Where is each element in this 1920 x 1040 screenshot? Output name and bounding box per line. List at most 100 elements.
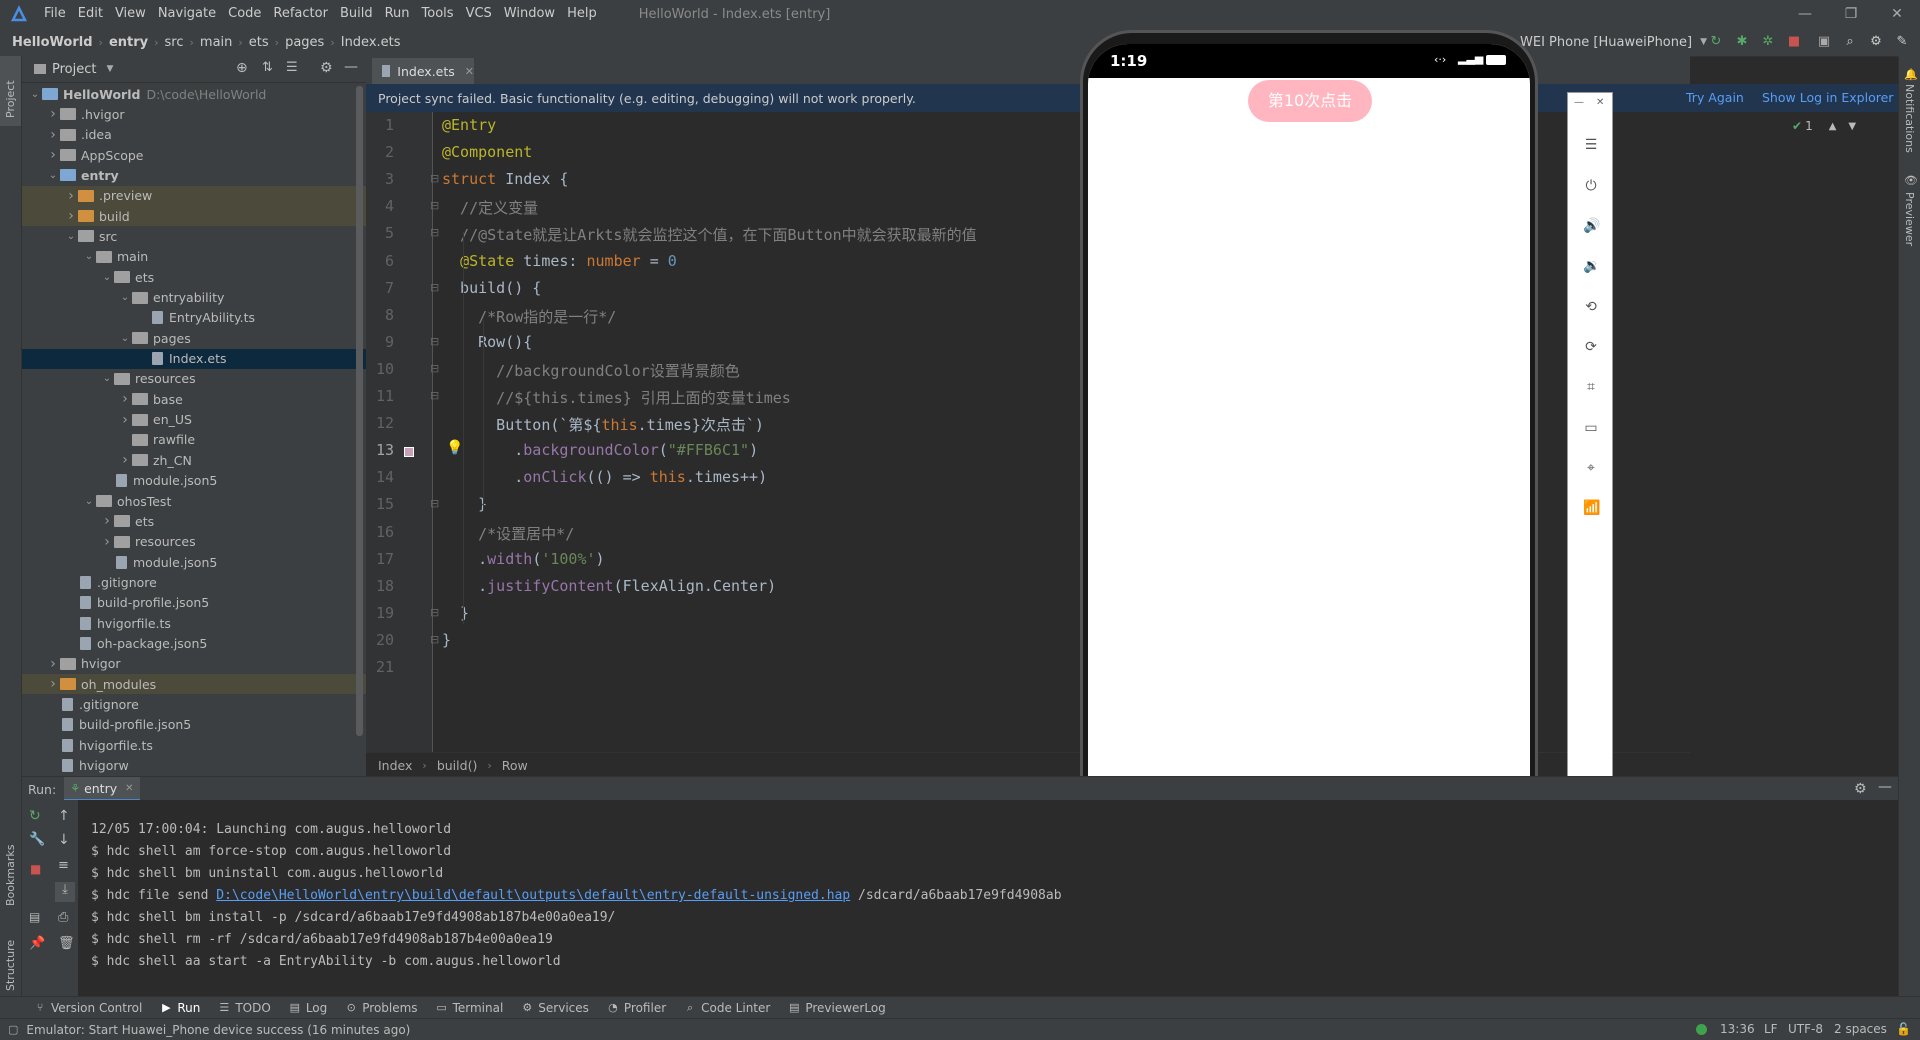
scroll-up-icon[interactable]: ↑ <box>58 808 70 824</box>
tree-item[interactable]: › AppScope <box>22 145 366 165</box>
chevron-down-icon[interactable]: ⌄ <box>82 251 96 262</box>
fold-marker-icon[interactable]: ⊟ <box>430 226 439 239</box>
menu-navigate[interactable]: Navigate <box>152 0 222 28</box>
tab-index-ets[interactable]: Index.ets ✕ <box>372 58 474 87</box>
stop-icon[interactable]: ■ <box>30 862 41 876</box>
code-breadcrumb-item[interactable]: build() <box>437 758 478 773</box>
tree-item[interactable]: ⌄ main <box>22 247 366 267</box>
volume-up-icon[interactable]: 🔊 <box>1583 218 1600 234</box>
chevron-down-icon[interactable]: ⌄ <box>100 373 114 384</box>
tree-item[interactable]: › .preview <box>22 185 366 206</box>
run-config-tab[interactable]: ⚘ entry ✕ <box>64 777 140 801</box>
lightbulb-icon[interactable]: 💡 <box>446 440 463 456</box>
battery-setting-icon[interactable]: ▭ <box>1583 420 1599 436</box>
menu-edit[interactable]: Edit <box>72 0 109 28</box>
chevron-right-icon[interactable]: › <box>46 127 60 143</box>
tree-item[interactable]: ⌄ src <box>22 226 366 246</box>
menu-vcs[interactable]: VCS <box>460 0 498 28</box>
chevron-right-icon[interactable]: › <box>46 676 60 692</box>
soft-wrap-icon[interactable]: ≡ <box>58 858 69 873</box>
fold-marker-icon[interactable]: ⊟ <box>430 633 439 646</box>
restore-icon[interactable]: ❐ <box>1828 0 1874 28</box>
tool-window-log[interactable]: ▤ Log <box>289 1001 328 1015</box>
chevron-down-icon[interactable]: ⌄ <box>82 496 96 507</box>
location-icon[interactable]: ⌖ <box>1583 460 1599 476</box>
tree-item[interactable]: › resources <box>22 532 366 552</box>
tree-item[interactable]: › hvigor <box>22 654 366 674</box>
chevron-right-icon[interactable]: › <box>46 106 60 122</box>
menu-code[interactable]: Code <box>222 0 267 28</box>
fold-marker-icon[interactable]: ⊟ <box>430 389 439 402</box>
tool-window-code-linter[interactable]: ⌕ Code Linter <box>684 1001 770 1015</box>
hide-icon[interactable]: — <box>344 59 358 75</box>
settings-icon[interactable]: ⚙ <box>1868 34 1884 50</box>
collapse-all-icon[interactable]: ☰ <box>286 60 298 75</box>
inspection-widget[interactable]: ✔ 1 ▲ ▼ <box>1792 119 1856 133</box>
tree-item[interactable]: › zh_CN <box>22 450 366 470</box>
menu-build[interactable]: Build <box>334 0 379 28</box>
tree-item[interactable]: ⌄ pages <box>22 328 366 348</box>
chevron-right-icon[interactable]: › <box>64 188 78 204</box>
chevron-down-icon[interactable]: ⌄ <box>46 170 60 181</box>
minimize-icon[interactable]: — <box>1782 0 1828 28</box>
menu-file[interactable]: File <box>38 0 72 28</box>
device-selector[interactable]: WEI Phone [HuaweiPhone] ▼ <box>1520 32 1707 52</box>
hide-icon[interactable]: — <box>1878 779 1892 795</box>
chevron-right-icon[interactable]: › <box>100 534 114 550</box>
tree-item[interactable]: ⌄ resources <box>22 369 366 389</box>
tree-item[interactable]: build-profile.json5 <box>22 593 366 613</box>
notifications-tool-label[interactable]: Notifications <box>1903 84 1916 153</box>
try-again-link[interactable]: Try Again <box>1686 90 1744 105</box>
tree-item[interactable]: › build <box>22 206 366 227</box>
lock-icon[interactable]: 🔓 <box>1896 1022 1911 1036</box>
print-icon[interactable]: ⎙ <box>58 910 68 925</box>
fold-marker-icon[interactable]: ⊟ <box>430 172 439 185</box>
tree-item[interactable]: Index.ets <box>22 348 366 369</box>
fold-marker-icon[interactable]: ⊟ <box>430 281 439 294</box>
gear-icon[interactable]: ⚙ <box>320 60 333 76</box>
menu-refactor[interactable]: Refactor <box>267 0 334 28</box>
bookmarks-tool-label[interactable]: Bookmarks <box>4 845 17 906</box>
fold-marker-icon[interactable]: ⊟ <box>430 362 439 375</box>
tree-item[interactable]: › .idea <box>22 125 366 145</box>
chevron-right-icon[interactable]: › <box>64 208 78 224</box>
fold-marker-icon[interactable]: ⊟ <box>430 199 439 212</box>
tree-item[interactable]: ⌄ entryability <box>22 288 366 308</box>
tree-scrollbar[interactable] <box>356 86 363 736</box>
chevron-down-icon[interactable]: ⌄ <box>28 89 42 100</box>
line-separator[interactable]: LF <box>1764 1022 1778 1036</box>
breadcrumb-item[interactable]: main <box>200 35 232 50</box>
power-icon[interactable]: ⏻ <box>1583 178 1599 194</box>
tool-window-previewerlog[interactable]: ▤ PreviewerLog <box>788 1001 886 1015</box>
sdk-manager-icon[interactable]: ✎ <box>1894 34 1910 50</box>
tool-window-problems[interactable]: ⊙ Problems <box>345 1001 418 1015</box>
breadcrumb-item[interactable]: pages <box>285 35 324 50</box>
close-tab-icon[interactable]: ✕ <box>465 65 474 78</box>
tree-item[interactable]: EntryAbility.ts <box>22 308 366 328</box>
breadcrumb-item[interactable]: ets <box>249 35 269 50</box>
menu-view[interactable]: View <box>109 0 152 28</box>
previewer-tool-label[interactable]: Previewer <box>1903 192 1916 246</box>
chevron-right-icon[interactable]: › <box>118 391 132 407</box>
tree-item[interactable]: hvigorfile.ts <box>22 613 366 633</box>
locate-icon[interactable]: ⊕ <box>236 60 248 76</box>
wrench-icon[interactable]: 🔧 <box>29 832 45 847</box>
menu-run[interactable]: Run <box>379 0 416 28</box>
breadcrumb-item[interactable]: entry <box>109 35 148 50</box>
breadcrumb-item[interactable]: Index.ets <box>341 35 401 50</box>
chevron-down-icon[interactable]: ⌄ <box>118 333 132 344</box>
chevron-right-icon[interactable]: › <box>118 412 132 428</box>
debug-icon[interactable]: ✱ <box>1734 34 1750 50</box>
wifi-icon[interactable]: 📶 <box>1583 500 1600 516</box>
close-icon[interactable]: ✕ <box>1596 97 1604 108</box>
stop-icon[interactable]: ■ <box>1786 34 1802 50</box>
tool-window-profiler[interactable]: ◔ Profiler <box>607 1001 666 1015</box>
previewer-icon[interactable]: 👁 <box>1904 174 1918 187</box>
tree-item[interactable]: › en_US <box>22 410 366 430</box>
code-breadcrumb-item[interactable]: Row <box>502 758 528 773</box>
tool-window-run[interactable]: ▶ Run <box>160 1001 200 1015</box>
status-message[interactable]: Emulator: Start Huawei_Phone device succ… <box>26 1023 410 1037</box>
chevron-right-icon[interactable]: › <box>46 656 60 672</box>
fold-marker-icon[interactable]: ⊟ <box>430 606 439 619</box>
project-tool-label[interactable]: Project <box>4 80 17 118</box>
